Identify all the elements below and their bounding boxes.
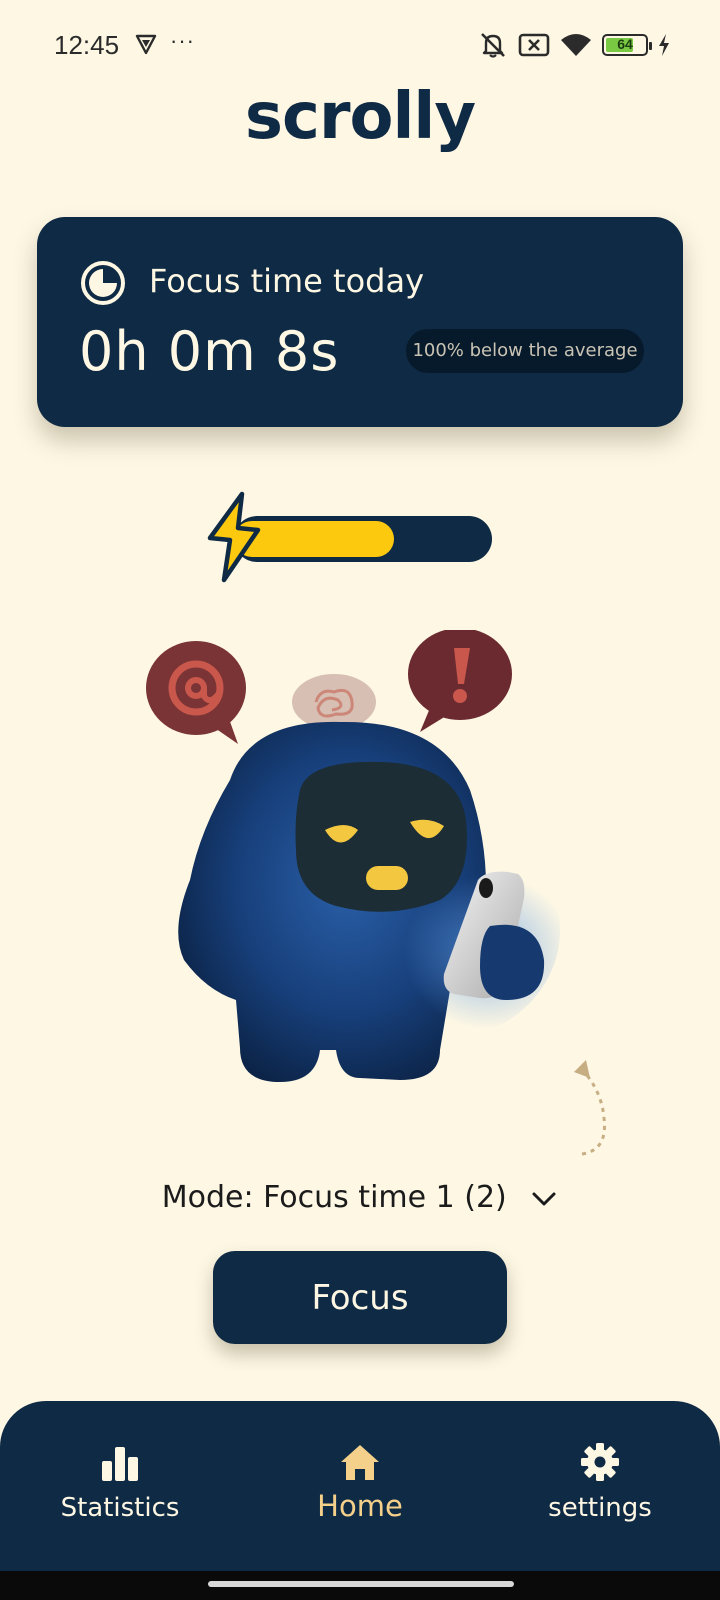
status-time: 12:45 xyxy=(54,30,120,60)
nav-item-statistics[interactable]: Statistics xyxy=(0,1401,240,1571)
nav-item-settings[interactable]: settings xyxy=(480,1401,720,1571)
mascot-body xyxy=(178,721,560,1082)
energy-bar xyxy=(206,490,492,585)
home-gesture-bar[interactable] xyxy=(208,1581,514,1587)
app-title: scrolly xyxy=(244,80,476,154)
mode-label: Mode: Focus time 1 (2) xyxy=(161,1180,507,1215)
vpn-icon xyxy=(135,34,157,55)
chevron-down-icon xyxy=(532,1192,556,1205)
timer-icon xyxy=(81,261,125,305)
status-bar: 12:45 ··· 64 xyxy=(0,0,720,90)
wifi-icon xyxy=(561,34,591,56)
mode-selector[interactable]: Mode: Focus time 1 (2) xyxy=(0,1180,720,1215)
home-icon xyxy=(341,1445,379,1480)
dashed-arrow-hint xyxy=(574,1060,607,1156)
battery-tip xyxy=(649,42,652,50)
battery-level: 64 xyxy=(617,36,633,52)
focus-time-card: Focus time today 0h 0m 8s 100% below the… xyxy=(37,217,683,427)
bottom-navigation: Statistics Home settings xyxy=(0,1401,720,1571)
battery-icon: 64 xyxy=(602,34,652,56)
nav-label-statistics: Statistics xyxy=(60,1493,180,1523)
gear-icon xyxy=(581,1443,619,1481)
tangled-thought-bubble xyxy=(292,674,376,730)
nav-label-settings: settings xyxy=(548,1493,652,1523)
mute-icon xyxy=(481,33,505,58)
focus-time-value: 0h 0m 8s xyxy=(79,320,340,383)
no-sim-icon xyxy=(518,33,550,57)
average-comparison-badge: 100% below the average xyxy=(406,329,644,373)
at-sign-bubble xyxy=(146,641,246,744)
mascot-illustration xyxy=(146,630,560,1082)
focus-button[interactable]: Focus xyxy=(213,1251,507,1344)
nav-item-home[interactable]: Home xyxy=(240,1401,480,1571)
exclamation-bubble xyxy=(408,630,512,732)
nav-label-home: Home xyxy=(317,1489,403,1523)
status-icons: 64 xyxy=(478,30,670,60)
system-gesture-area xyxy=(0,1571,720,1600)
bar-chart-icon xyxy=(102,1447,138,1481)
lightning-bolt-icon xyxy=(207,491,261,583)
focus-time-label: Focus time today xyxy=(149,262,425,300)
status-overflow-dots: ··· xyxy=(170,28,195,53)
charging-icon xyxy=(659,34,669,56)
